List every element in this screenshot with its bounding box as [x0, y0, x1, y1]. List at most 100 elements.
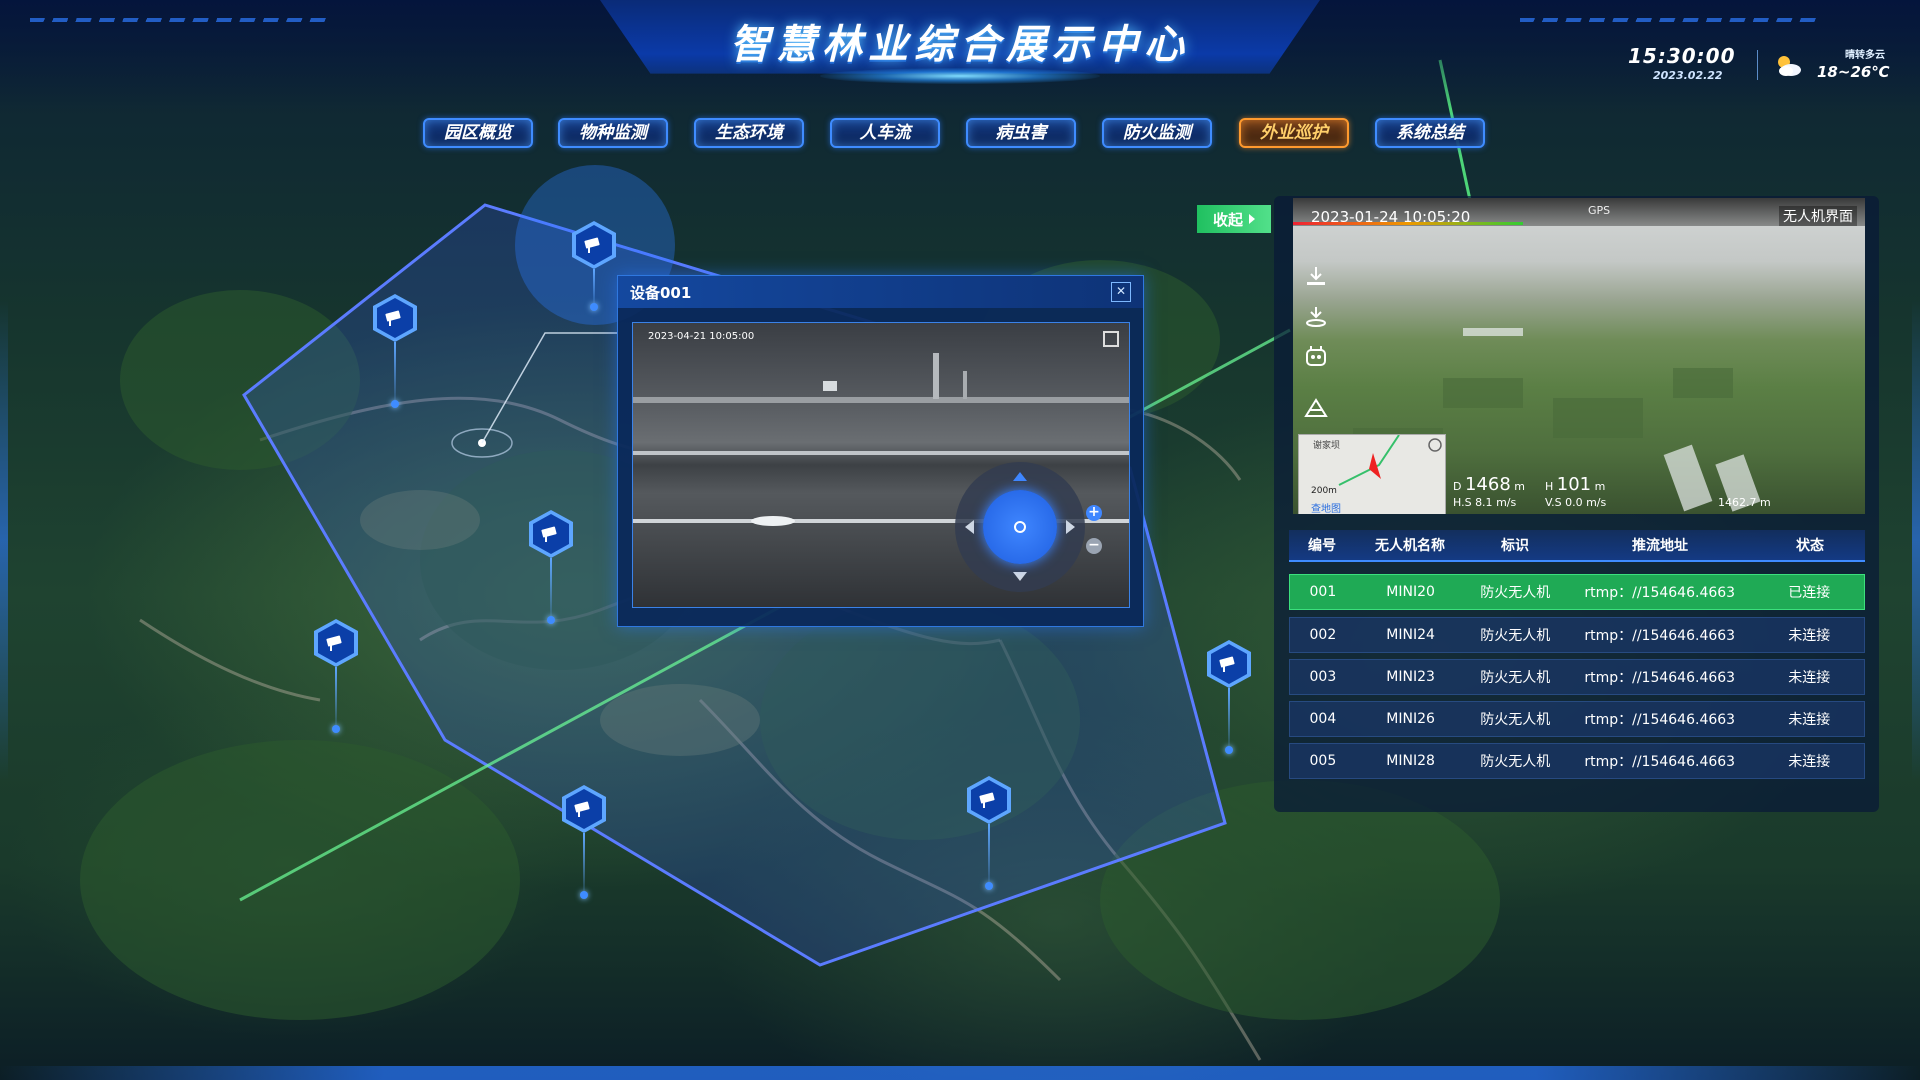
row-name: MINI20: [1386, 584, 1435, 600]
collapse-button[interactable]: 收起: [1197, 205, 1271, 233]
hs-value: 8.1: [1475, 496, 1493, 509]
device-popup-title: 设备001: [630, 283, 692, 302]
row-tag: 防火无人机: [1480, 628, 1551, 644]
row-status: 未连接: [1788, 670, 1831, 686]
row-tag: 防火无人机: [1480, 712, 1551, 728]
row-id: 002: [1309, 627, 1337, 643]
nav-tab-ecology[interactable]: 生态环境: [694, 118, 804, 148]
nav-tab-field-patrol[interactable]: 外业巡护: [1239, 118, 1349, 148]
row-tag: 防火无人机: [1480, 754, 1551, 770]
telemetry-height: H 101 m: [1545, 474, 1606, 495]
camera-marker[interactable]: [967, 776, 1011, 890]
landing-icon[interactable]: [1303, 304, 1329, 328]
telemetry-hs: H.S 8.1 m/s: [1453, 496, 1516, 509]
distance-unit: m: [1514, 480, 1525, 493]
nav-tab-pests[interactable]: 病虫害: [966, 118, 1076, 148]
row-name: MINI26: [1386, 711, 1435, 727]
drone-view-label: 无人机界面: [1779, 206, 1857, 226]
row-name: MINI28: [1386, 753, 1435, 769]
telemetry-distance: D 1468 m: [1453, 474, 1525, 495]
ptz-down-arrow[interactable]: [1013, 572, 1027, 581]
camera-marker[interactable]: [1207, 640, 1251, 754]
close-icon[interactable]: ✕: [1111, 282, 1131, 302]
col-tag: 标识: [1501, 538, 1529, 554]
flight-mode-icon[interactable]: [1303, 396, 1329, 420]
camera-icon: [574, 801, 590, 817]
vs-value: 0.0: [1565, 496, 1583, 509]
zoom-in-button[interactable]: +: [1086, 505, 1102, 521]
row-id: 004: [1309, 711, 1337, 727]
altitude-value: 1462.7: [1718, 496, 1757, 509]
camera-marker[interactable]: [314, 619, 358, 733]
nav-tab-park-overview[interactable]: 园区概览: [423, 118, 533, 148]
refresh-icon: [1014, 521, 1026, 533]
row-id: 005: [1309, 753, 1337, 769]
zoom-out-button[interactable]: −: [1086, 538, 1102, 554]
camera-icon: [541, 526, 557, 542]
row-url: rtmp：//154646.4663: [1584, 585, 1736, 601]
table-row[interactable]: 002 MINI24 防火无人机 rtmp：//154646.4663 未连接: [1289, 617, 1865, 653]
fullscreen-icon[interactable]: [1103, 331, 1119, 347]
camera-marker[interactable]: [562, 785, 606, 899]
row-status: 已连接: [1788, 585, 1831, 601]
chevron-right-icon: [1249, 214, 1255, 224]
vs-label: V.S: [1545, 496, 1562, 509]
table-row[interactable]: 003 MINI23 防火无人机 rtmp：//154646.4663 未连接: [1289, 659, 1865, 695]
table-row[interactable]: 005 MINI28 防火无人机 rtmp：//154646.4663 未连接: [1289, 743, 1865, 779]
distance-value: 1468: [1464, 474, 1511, 495]
drone-timestamp: 2023-01-24 10:05:20: [1311, 208, 1471, 226]
nav-tab-species-monitoring[interactable]: 物种监测: [558, 118, 668, 148]
gps-indicator: GPS: [1588, 204, 1611, 217]
device-popup-header: 设备001 ✕: [618, 276, 1143, 308]
nav-tab-traffic[interactable]: 人车流: [830, 118, 940, 148]
clock-time: 15:30:00: [1628, 44, 1736, 68]
ptz-up-arrow[interactable]: [1013, 472, 1027, 481]
row-tag: 防火无人机: [1480, 585, 1551, 601]
row-url: rtmp：//154646.4663: [1584, 670, 1736, 686]
drone-minimap[interactable]: 谢家坝 200m 查地图: [1298, 434, 1446, 514]
ptz-control: [955, 462, 1085, 592]
camera-icon: [979, 792, 995, 808]
vs-unit: m/s: [1586, 496, 1607, 509]
col-url: 推流地址: [1632, 538, 1688, 554]
drone-camera-view: 2023-01-24 10:05:20 GPS 无人机界面 谢家坝 200m 查…: [1293, 198, 1865, 514]
ptz-center-button[interactable]: [983, 490, 1057, 564]
row-status: 未连接: [1788, 754, 1831, 770]
row-name: MINI23: [1386, 669, 1435, 685]
table-row[interactable]: 001 MINI20 防火无人机 rtmp：//154646.4663 已连接: [1289, 574, 1865, 610]
row-tag: 防火无人机: [1480, 670, 1551, 686]
camera-marker[interactable]: [373, 294, 417, 408]
col-name: 无人机名称: [1375, 538, 1445, 554]
telemetry-altitude: 1462.7 m: [1718, 496, 1771, 509]
frame-left-edge: [0, 300, 8, 780]
minimap-location: 谢家坝: [1313, 441, 1341, 451]
row-status: 未连接: [1788, 712, 1831, 728]
camera-marker[interactable]: [572, 221, 616, 311]
minimap-link[interactable]: 查地图: [1311, 500, 1341, 514]
ptz-left-arrow[interactable]: [965, 520, 974, 534]
partly-cloudy-icon: [1778, 56, 1801, 76]
row-url: rtmp：//154646.4663: [1584, 754, 1736, 770]
table-row[interactable]: 004 MINI26 防火无人机 rtmp：//154646.4663 未连接: [1289, 701, 1865, 737]
remote-controller-icon[interactable]: [1303, 344, 1329, 368]
hs-label: H.S: [1453, 496, 1472, 509]
weather-temperature: 18~26℃: [1817, 63, 1890, 81]
camera-marker[interactable]: [529, 510, 573, 624]
ptz-right-arrow[interactable]: [1066, 520, 1075, 534]
altitude-unit: m: [1760, 496, 1771, 509]
header-stripe-right: [1520, 18, 1820, 22]
camera-icon: [385, 310, 401, 326]
nav-tab-fire-monitoring[interactable]: 防火监测: [1102, 118, 1212, 148]
download-icon[interactable]: [1303, 264, 1329, 288]
header-stripe-left: [30, 18, 330, 22]
frame-right-edge: [1912, 300, 1920, 780]
nav-tab-system-summary[interactable]: 系统总结: [1375, 118, 1485, 148]
row-status: 未连接: [1788, 628, 1831, 644]
hs-unit: m/s: [1496, 496, 1517, 509]
device-video-popup: 设备001 ✕ 2023-04-21 10:05:00: [617, 275, 1144, 627]
height-unit: m: [1594, 480, 1606, 493]
col-id: 编号: [1308, 538, 1336, 554]
drone-table-header: 编号 无人机名称 标识 推流地址 状态: [1289, 530, 1865, 562]
camera-icon: [1219, 656, 1235, 672]
row-id: 003: [1309, 669, 1337, 685]
